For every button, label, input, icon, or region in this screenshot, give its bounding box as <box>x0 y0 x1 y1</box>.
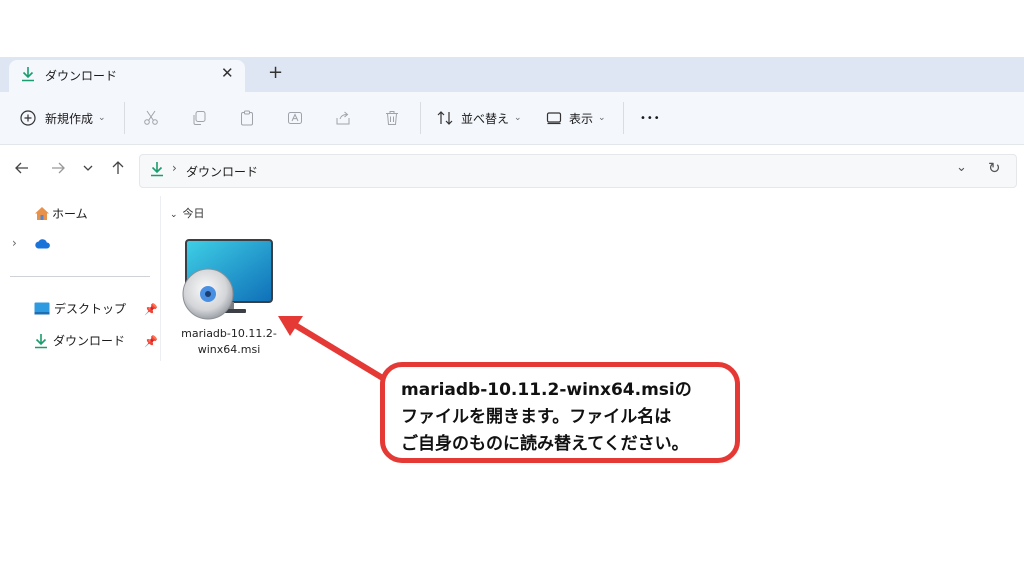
divider <box>420 102 421 134</box>
group-label: 今日 <box>182 207 205 220</box>
sidebar-item-home[interactable]: ホーム <box>34 205 88 222</box>
sort-button-label: 並べ替え <box>461 111 510 126</box>
sidebar-item-label: デスクトップ <box>54 302 127 316</box>
recent-locations-icon[interactable] <box>82 160 94 176</box>
rename-button[interactable] <box>287 105 303 131</box>
share-button[interactable] <box>335 105 351 131</box>
breadcrumb-separator-icon: › <box>172 161 177 175</box>
plus-circle-icon <box>20 110 36 126</box>
view-button-label: 表示 <box>569 111 594 126</box>
instruction-callout: mariadb-10.11.2-winx64.msiの ファイルを開きます。ファ… <box>380 362 740 463</box>
download-icon <box>21 66 35 82</box>
new-button[interactable]: 新規作成 ⌄ <box>20 105 106 131</box>
chevron-down-icon: ⌄ <box>598 113 606 123</box>
divider <box>124 102 125 134</box>
download-icon <box>150 161 164 177</box>
address-bar[interactable]: › ダウンロード ⌄ ↻ <box>139 154 1017 188</box>
paste-button[interactable] <box>239 105 255 131</box>
close-tab-icon[interactable]: ✕ <box>221 64 234 82</box>
scissors-icon <box>143 110 159 126</box>
desktop-icon <box>34 302 50 315</box>
up-arrow-icon[interactable] <box>110 160 126 176</box>
tab-downloads[interactable]: ダウンロード ✕ <box>9 60 245 92</box>
sidebar-item-label: ダウンロード <box>53 334 126 348</box>
toolbar: 新規作成 ⌄ 並べ替え ⌄ 表示 ⌄ ••• <box>0 92 1024 145</box>
sidebar-divider <box>10 276 150 277</box>
pin-icon[interactable]: 📌 <box>144 303 158 316</box>
pane-divider <box>160 196 161 361</box>
sidebar-item-label: ホーム <box>52 207 88 221</box>
callout-line: ファイルを開きます。ファイル名は <box>401 407 672 427</box>
breadcrumb-downloads[interactable]: ダウンロード <box>186 163 258 180</box>
cut-button[interactable] <box>143 105 159 131</box>
sidebar-item-downloads[interactable]: ダウンロード <box>34 332 125 349</box>
more-options-button[interactable]: ••• <box>640 105 661 131</box>
tab-title: ダウンロード <box>45 69 118 83</box>
back-arrow-icon[interactable] <box>14 160 30 176</box>
view-button[interactable]: 表示 ⌄ <box>546 105 606 131</box>
file-name-line: mariadb-10.11.2- <box>181 327 277 340</box>
onedrive-cloud-icon[interactable] <box>34 238 51 249</box>
expand-chevron-icon[interactable]: › <box>12 236 17 250</box>
refresh-icon[interactable]: ↻ <box>988 159 1001 177</box>
new-button-label: 新規作成 <box>45 111 94 126</box>
chevron-down-icon: ⌄ <box>514 113 522 123</box>
download-icon <box>34 333 48 349</box>
sort-button[interactable]: 並べ替え ⌄ <box>436 105 522 131</box>
copy-button[interactable] <box>191 105 207 131</box>
pin-icon[interactable]: 📌 <box>144 335 158 348</box>
new-tab-button[interactable]: + <box>268 62 283 83</box>
forward-arrow-icon[interactable] <box>50 160 66 176</box>
rename-icon <box>287 110 303 126</box>
clipboard-icon <box>239 110 255 126</box>
address-dropdown-icon[interactable]: ⌄ <box>956 160 967 175</box>
callout-line: mariadb-10.11.2-winx64.msiの <box>401 380 692 400</box>
annotation-arrow <box>268 308 398 388</box>
trash-icon <box>384 110 400 126</box>
chevron-down-icon: ⌄ <box>170 210 178 220</box>
sort-icon <box>436 110 454 126</box>
view-icon <box>546 110 562 126</box>
msi-installer-file-icon[interactable] <box>180 238 275 320</box>
copy-icon <box>191 110 207 126</box>
sidebar-item-desktop[interactable]: デスクトップ <box>34 300 126 317</box>
file-name-line: winx64.msi <box>197 343 261 356</box>
delete-button[interactable] <box>384 105 400 131</box>
group-header-today[interactable]: ⌄ 今日 <box>170 205 205 221</box>
callout-line: ご自身のものに読み替えてください。 <box>401 434 689 454</box>
file-name-label[interactable]: mariadb-10.11.2- winx64.msi <box>175 326 283 358</box>
divider <box>623 102 624 134</box>
chevron-down-icon: ⌄ <box>98 113 106 123</box>
home-icon <box>34 206 50 221</box>
share-icon <box>335 110 351 126</box>
